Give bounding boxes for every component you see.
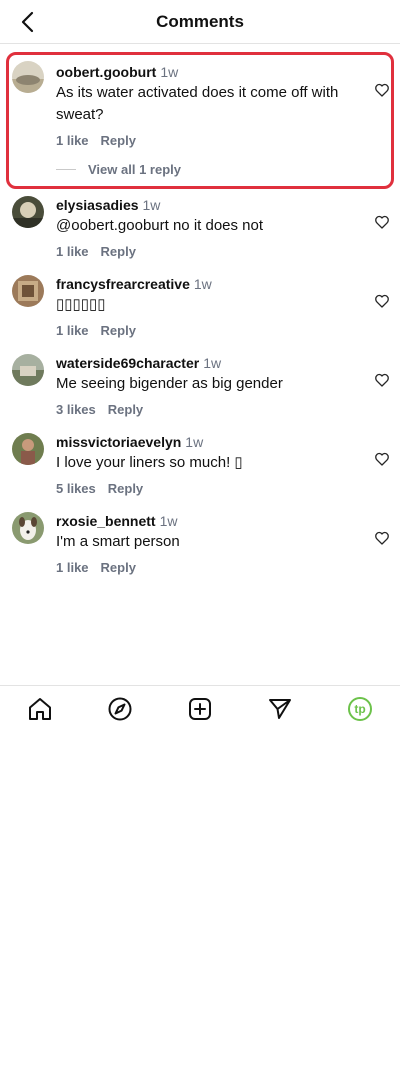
comment-time: 1w <box>159 513 178 529</box>
comment-time: 1w <box>185 434 204 450</box>
like-count[interactable]: 1 like <box>56 323 89 338</box>
comment-username[interactable]: elysiasadies <box>56 197 139 213</box>
header: Comments <box>0 0 400 44</box>
heart-icon[interactable] <box>374 451 390 467</box>
nav-home[interactable] <box>20 689 60 729</box>
comment-username[interactable]: rxosie_bennett <box>56 513 156 529</box>
comment-text: I love your liners so much! ▯ <box>56 454 243 471</box>
comment-username[interactable]: waterside69character <box>56 355 199 371</box>
avatar[interactable] <box>12 512 44 544</box>
reply-button[interactable]: Reply <box>101 244 136 259</box>
heart-icon[interactable] <box>374 82 390 98</box>
like-count[interactable]: 1 like <box>56 560 89 575</box>
heart-icon[interactable] <box>374 214 390 230</box>
comment-time: 1w <box>193 276 212 292</box>
comment-text: ▯▯▯▯▯▯ <box>56 296 106 313</box>
home-icon <box>29 697 51 720</box>
heart-icon[interactable] <box>374 530 390 546</box>
view-replies-link[interactable]: View all 1 reply <box>56 162 181 177</box>
comment-item: missvictoriaevelyn 1w I love your liners … <box>0 433 400 512</box>
heart-icon[interactable] <box>374 372 390 388</box>
avatar[interactable] <box>12 354 44 386</box>
comment-body: rxosie_bennett 1w I'm a smart person 1 li… <box>56 512 360 575</box>
comment-item: oobert.gooburt 1w As its water activated … <box>0 52 400 196</box>
nav-messages[interactable] <box>260 689 300 729</box>
reply-button[interactable]: Reply <box>101 323 136 338</box>
comment-text: As its water activated does it come off … <box>56 84 339 123</box>
like-count[interactable]: 1 like <box>56 244 89 259</box>
nav-explore[interactable] <box>100 689 140 729</box>
comment-time: 1w <box>203 355 222 371</box>
comment-username[interactable]: francysfrearcreative <box>56 276 190 292</box>
comment-list: oobert.gooburt 1w As its water activated … <box>0 52 400 591</box>
comment-body: francysfrearcreative 1w ▯▯▯▯▯▯ 1 like Rep… <box>56 275 360 338</box>
comment-item: waterside69character 1w Me seeing bigende… <box>0 354 400 433</box>
reply-button[interactable]: Reply <box>108 481 143 496</box>
comment-text: Me seeing bigender as big gender <box>56 375 283 392</box>
reply-button[interactable]: Reply <box>108 402 143 417</box>
reply-button[interactable]: Reply <box>101 560 136 575</box>
reply-button[interactable]: Reply <box>101 133 136 148</box>
like-count[interactable]: 3 likes <box>56 402 96 417</box>
send-icon <box>269 698 291 719</box>
heart-icon[interactable] <box>374 293 390 309</box>
comment-item: francysfrearcreative 1w ▯▯▯▯▯▯ 1 like Rep… <box>0 275 400 354</box>
profile-badge-text: tp <box>354 701 366 716</box>
comment-body: missvictoriaevelyn 1w I love your liners … <box>56 433 360 496</box>
avatar[interactable] <box>12 433 44 465</box>
explore-compass-icon <box>108 697 132 720</box>
comment-time: 1w <box>160 64 179 80</box>
comment-item: rxosie_bennett 1w I'm a smart person 1 li… <box>0 512 400 591</box>
avatar[interactable] <box>12 275 44 307</box>
comment-time: 1w <box>142 197 161 213</box>
avatar[interactable] <box>12 196 44 228</box>
page-title: Comments <box>156 12 244 31</box>
create-plus-icon <box>189 697 211 720</box>
comment-text: I'm a smart person <box>56 533 180 550</box>
comment-item: elysiasadies 1w @oobert.gooburt no it doe… <box>0 196 400 275</box>
avatar[interactable] <box>12 61 44 93</box>
comment-username[interactable]: oobert.gooburt <box>56 64 156 80</box>
nav-profile[interactable]: tp <box>340 689 380 729</box>
like-count[interactable]: 5 likes <box>56 481 96 496</box>
view-replies-label: View all 1 reply <box>88 162 181 177</box>
comment-body: oobert.gooburt 1w As its water activated … <box>56 63 360 148</box>
reply-thread-line <box>56 169 76 170</box>
comment-body: elysiasadies 1w @oobert.gooburt no it doe… <box>56 196 360 259</box>
comment-username[interactable]: missvictoriaevelyn <box>56 434 181 450</box>
comment-body: waterside69character 1w Me seeing bigende… <box>56 354 360 417</box>
bottom-nav: tp <box>0 685 400 731</box>
like-count[interactable]: 1 like <box>56 133 89 148</box>
nav-create[interactable] <box>180 689 220 729</box>
comment-text: @oobert.gooburt no it does not <box>56 217 264 234</box>
